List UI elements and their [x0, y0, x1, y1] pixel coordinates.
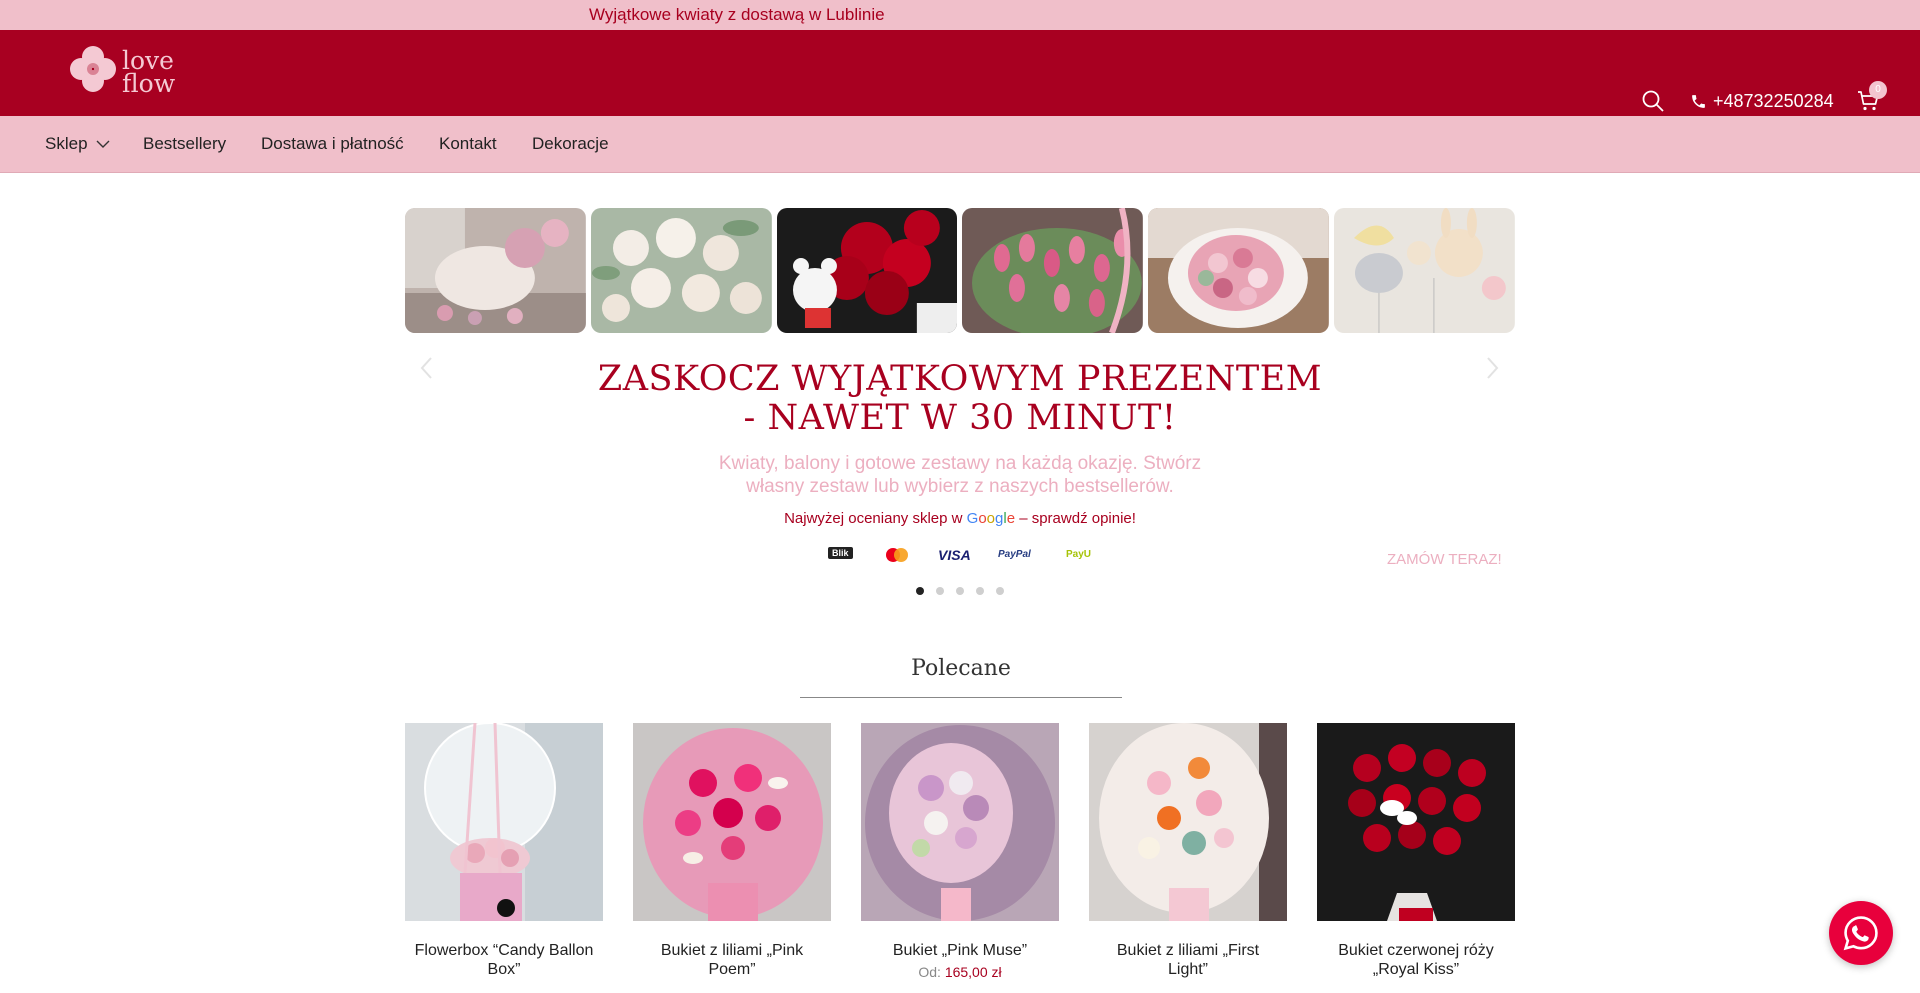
- thumbnail-bunny-balloons[interactable]: [1334, 208, 1515, 333]
- chevron-right-icon: [1487, 357, 1499, 379]
- product-name[interactable]: Bukiet z liliami „Pink Poem”: [633, 941, 831, 979]
- product-card[interactable]: Bukiet „Pink Muse” Od: 165,00 zł: [861, 723, 1059, 980]
- product-name[interactable]: Bukiet czerwonej róży „Royal Kiss”: [1317, 941, 1515, 979]
- product-name[interactable]: Bukiet z liliami „First Light”: [1089, 941, 1287, 979]
- paypal-logo: PayPal: [998, 549, 1031, 560]
- slider-next-arrow[interactable]: [1485, 356, 1499, 385]
- product-image[interactable]: [861, 723, 1059, 921]
- clover-logo-icon: [70, 46, 116, 92]
- product-card[interactable]: Bukiet z liliami „Pink Poem”: [633, 723, 831, 979]
- slider-dot[interactable]: [916, 587, 924, 595]
- nav-item-kontakt[interactable]: Kontakt: [439, 134, 497, 154]
- section-title: Polecane: [911, 656, 1011, 681]
- product-card[interactable]: Bukiet czerwonej róży „Royal Kiss”: [1317, 723, 1515, 979]
- slider-dots: [916, 587, 1004, 595]
- visa-logo: VISA: [938, 547, 971, 563]
- announcement-bar: Wyjątkowe kwiaty z dostawą w Lublinie: [0, 0, 1920, 30]
- slider-dot[interactable]: [996, 587, 1004, 595]
- product-name[interactable]: Flowerbox “Candy Ballon Box”: [405, 941, 603, 979]
- logo-text: love flow: [122, 46, 176, 98]
- logo[interactable]: love flow: [68, 44, 198, 102]
- slider-dot[interactable]: [936, 587, 944, 595]
- product-name[interactable]: Bukiet „Pink Muse”: [861, 941, 1059, 960]
- phone-number: +48732250284: [1713, 91, 1834, 111]
- thumbnail-pink-tulips[interactable]: [962, 208, 1144, 333]
- slider-dot[interactable]: [956, 587, 964, 595]
- mastercard-logo: [884, 547, 910, 566]
- nav-item-bestsellery[interactable]: Bestsellery: [143, 134, 226, 154]
- product-image[interactable]: [1317, 723, 1515, 921]
- announcement-text: Wyjątkowe kwiaty z dostawą w Lublinie: [589, 5, 885, 24]
- product-card[interactable]: Flowerbox “Candy Ballon Box”: [405, 723, 603, 979]
- site-header: love flow +48732250284 0: [0, 30, 1920, 116]
- product-image[interactable]: [405, 723, 603, 921]
- hero-subtitle: Kwiaty, balony i gotowe zestawy na każdą…: [718, 453, 1202, 497]
- product-image[interactable]: [633, 723, 831, 921]
- product-card[interactable]: Bukiet z liliami „First Light”: [1089, 723, 1287, 979]
- thumbnail-heart-bouquet[interactable]: [1148, 208, 1330, 333]
- hero-title: ZASKOCZ WYJĄTKOWYM PREZENTEM - NAWET W 3…: [597, 359, 1323, 438]
- main-nav: Sklep Bestsellery Dostawa i płatność Kon…: [0, 116, 1920, 173]
- thumbnail-white-roses[interactable]: [590, 208, 772, 333]
- thumbnail-flowerbox-balloons[interactable]: [405, 208, 586, 333]
- order-now-button[interactable]: ZAMÓW TERAZ!: [1387, 551, 1502, 568]
- blik-logo: Blik: [828, 547, 853, 559]
- google-rating-link[interactable]: Najwyżej oceniany sklep w Google – spraw…: [660, 510, 1260, 527]
- search-icon[interactable]: [1641, 89, 1665, 118]
- whatsapp-icon: [1843, 916, 1878, 951]
- thumbnail-red-roses-teddy[interactable]: [776, 208, 958, 333]
- payu-logo: PayU: [1066, 549, 1092, 560]
- cart-count-badge: 0: [1869, 81, 1887, 99]
- phone-icon: [1692, 95, 1705, 108]
- slider-prev-arrow[interactable]: [420, 356, 434, 385]
- nav-item-dekoracje[interactable]: Dekoracje: [532, 134, 609, 154]
- slider-dot[interactable]: [976, 587, 984, 595]
- phone-link[interactable]: +48732250284: [1690, 91, 1834, 112]
- hero-thumbnail-strip: [405, 208, 1515, 333]
- nav-item-sklep[interactable]: Sklep: [45, 134, 110, 154]
- whatsapp-chat-button[interactable]: [1829, 901, 1893, 965]
- chevron-left-icon: [420, 357, 432, 379]
- section-divider: [800, 697, 1122, 698]
- chevron-down-icon: [96, 140, 110, 148]
- nav-item-dostawa[interactable]: Dostawa i płatność: [261, 134, 404, 154]
- product-price: Od: 165,00 zł: [918, 964, 1002, 980]
- product-image[interactable]: [1089, 723, 1287, 921]
